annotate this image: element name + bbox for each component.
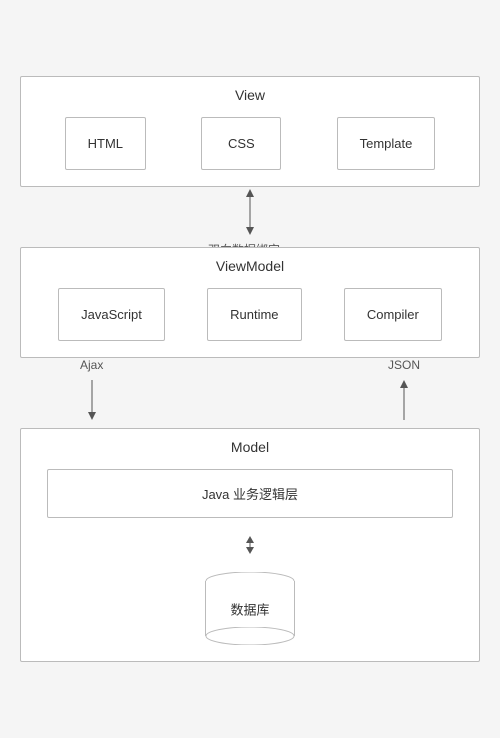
db-label: 数据库 [230,599,269,618]
model-title: Model [37,439,463,455]
compiler-box: Compiler [344,288,442,341]
java-db-arrow [240,534,260,556]
view-items: HTML CSS Template [37,117,463,170]
runtime-box: Runtime [207,288,301,341]
db-bottom-ellipse [205,627,295,645]
html-box: HTML [65,117,146,170]
template-box: Template [337,117,436,170]
javascript-box: JavaScript [58,288,165,341]
viewmodel-layer: ViewModel JavaScript Runtime Compiler [20,247,480,358]
ajax-label: Ajax [80,358,103,372]
css-box: CSS [201,117,281,170]
database-cylinder: 数据库 [205,572,295,645]
ajax-json-arrows: Ajax JSON [20,358,480,428]
json-arrow-col: JSON [388,358,420,428]
view-layer: View HTML CSS Template [20,76,480,187]
model-layer: Model Java 业务逻辑层 [20,428,480,662]
viewmodel-items: JavaScript Runtime Compiler [37,288,463,341]
json-label: JSON [388,358,420,372]
view-title: View [37,87,463,103]
architecture-diagram: View HTML CSS Template 双向数据绑定。 ViewModel… [20,56,480,682]
model-inner: Java 业务逻辑层 [37,469,463,645]
ajax-arrow [82,378,102,420]
view-viewmodel-arrow [240,187,260,237]
viewmodel-title: ViewModel [37,258,463,274]
java-box: Java 业务逻辑层 [47,469,453,518]
ajax-arrow-col: Ajax [80,358,103,428]
view-viewmodel-arrow-section: 双向数据绑定。 [20,187,480,247]
json-arrow [394,378,414,420]
